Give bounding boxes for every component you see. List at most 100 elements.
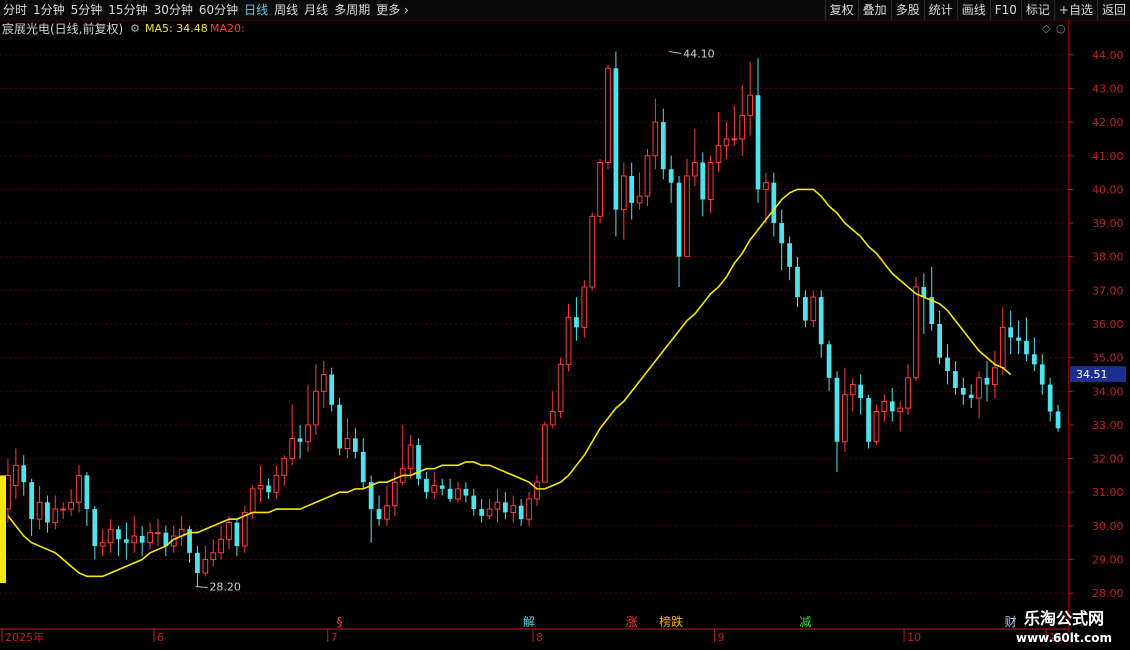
statistics-button[interactable]: 统计 — [923, 0, 957, 20]
candle-body — [795, 266, 800, 298]
candle-body — [999, 326, 1006, 369]
x-tick-label: 7 — [331, 631, 338, 644]
candle-body — [810, 296, 817, 322]
chevron-right-icon: › — [404, 3, 409, 17]
candle-body — [984, 377, 990, 385]
candle-body — [36, 501, 43, 520]
multi-stock-button[interactable]: 多股 — [890, 0, 924, 20]
candle-body — [1039, 364, 1045, 385]
candle-body — [360, 451, 366, 483]
candle-body — [652, 121, 659, 157]
candle-body — [337, 404, 342, 449]
top-toolbar: 分时 1分钟 5分钟 15分钟 30分钟 60分钟 日线 周线 月线 多周期 更… — [0, 0, 1130, 21]
candle-body — [1031, 354, 1037, 365]
y-axis: 28.00 29.00 30.00 31.00 32.00 33.00 34.00 35.00… — [1068, 49, 1124, 600]
tab-5min[interactable]: 5分钟 — [68, 0, 106, 20]
x-tick-label: 2025年 — [5, 630, 44, 644]
candle-body — [455, 488, 461, 500]
low-label: 28.20 — [209, 580, 241, 593]
draw-line-button[interactable]: 画线 — [956, 0, 990, 20]
tab-30min[interactable]: 30分钟 — [151, 0, 196, 20]
candle-body — [99, 542, 106, 547]
tab-weekly[interactable]: 周线 — [271, 0, 301, 20]
candle-body — [249, 488, 256, 513]
candle-body — [297, 438, 303, 442]
candlestick-chart[interactable]: 44.1028.2034.51§ 解涨榜跌减财 28.0029.0030.0031… — [0, 20, 1130, 650]
tab-daily[interactable]: 日线 — [241, 0, 271, 20]
candle-body — [68, 501, 74, 510]
candle-body — [700, 162, 706, 200]
candle-body — [707, 161, 714, 201]
tab-more[interactable]: 更多 › — [373, 0, 412, 20]
watermark-url: www.60lt.com — [1015, 631, 1113, 645]
y-tick-label: 31.00 — [1092, 486, 1124, 499]
candle-body — [210, 552, 217, 561]
candle-body — [266, 485, 271, 493]
candle-body — [557, 363, 564, 412]
add-watchlist-button[interactable]: +自选 — [1053, 0, 1097, 20]
candle-body — [849, 384, 856, 396]
candle-body — [107, 528, 114, 544]
y-tick-label: 36.00 — [1092, 318, 1124, 331]
candle-body — [913, 286, 919, 379]
candle-body — [747, 94, 753, 116]
candle-body — [131, 535, 138, 544]
candle-body — [45, 502, 50, 523]
candle-body — [589, 215, 596, 288]
candle-body — [52, 508, 59, 524]
y-tick-label: 30.00 — [1092, 520, 1124, 533]
candle-body — [676, 182, 682, 257]
grid-lines — [0, 54, 1068, 594]
candle-body — [226, 522, 232, 540]
candle-body — [1024, 340, 1029, 355]
event-marker: 涨 — [626, 614, 638, 629]
y-tick-label: 37.00 — [1092, 284, 1124, 297]
candle-body — [195, 552, 200, 573]
candle-body — [976, 377, 982, 399]
fuquan-button[interactable]: 复权 — [824, 0, 858, 20]
candle-body — [787, 243, 792, 267]
f10-button[interactable]: F10 — [989, 0, 1021, 20]
back-button[interactable]: 返回 — [1096, 0, 1130, 20]
candle-body — [416, 445, 421, 479]
tab-monthly[interactable]: 月线 — [301, 0, 331, 20]
candle-body — [1047, 384, 1053, 412]
candle-body — [905, 377, 911, 409]
candle-body — [715, 145, 722, 163]
annotations: 44.1028.2034.51§ 解涨榜跌减财 — [195, 47, 1126, 629]
candle-body — [510, 505, 517, 513]
y-tick-label: 42.00 — [1092, 116, 1124, 129]
candle-body — [281, 458, 288, 476]
period-tabs: 分时 1分钟 5分钟 15分钟 30分钟 60分钟 日线 周线 月线 多周期 更… — [0, 0, 412, 20]
tab-1min[interactable]: 1分钟 — [30, 0, 68, 20]
tab-60min[interactable]: 60分钟 — [196, 0, 241, 20]
tab-15min[interactable]: 15分钟 — [105, 0, 150, 20]
candle-body — [605, 67, 611, 163]
candle-body — [29, 482, 35, 520]
y-tick-label: 38.00 — [1092, 251, 1124, 264]
overlay-button[interactable]: 叠加 — [857, 0, 891, 20]
y-tick-label: 34.00 — [1092, 385, 1124, 398]
candle-body — [155, 532, 161, 535]
candle-body — [471, 495, 477, 510]
candle-body — [684, 175, 690, 258]
candle-body — [992, 367, 998, 386]
mark-button[interactable]: 标记 — [1020, 0, 1054, 20]
candle-body — [92, 509, 98, 547]
event-marker: § — [337, 615, 343, 629]
candle-body — [953, 371, 958, 388]
candle-body — [1055, 411, 1061, 429]
watermark-title: 乐淘公式网 — [1023, 609, 1104, 628]
candle-body — [526, 498, 532, 520]
candle-body — [494, 501, 501, 510]
candle-body — [574, 317, 579, 328]
candle-body — [723, 138, 730, 147]
candle-body — [668, 169, 674, 183]
candle-body — [779, 223, 785, 244]
tab-fenshi[interactable]: 分时 — [0, 0, 30, 20]
current-price-label: 34.51 — [1076, 368, 1108, 381]
candle-body — [613, 68, 619, 210]
tab-multi-period[interactable]: 多周期 — [331, 0, 373, 20]
y-tick-label: 28.00 — [1092, 587, 1124, 600]
candle-body — [384, 505, 390, 520]
